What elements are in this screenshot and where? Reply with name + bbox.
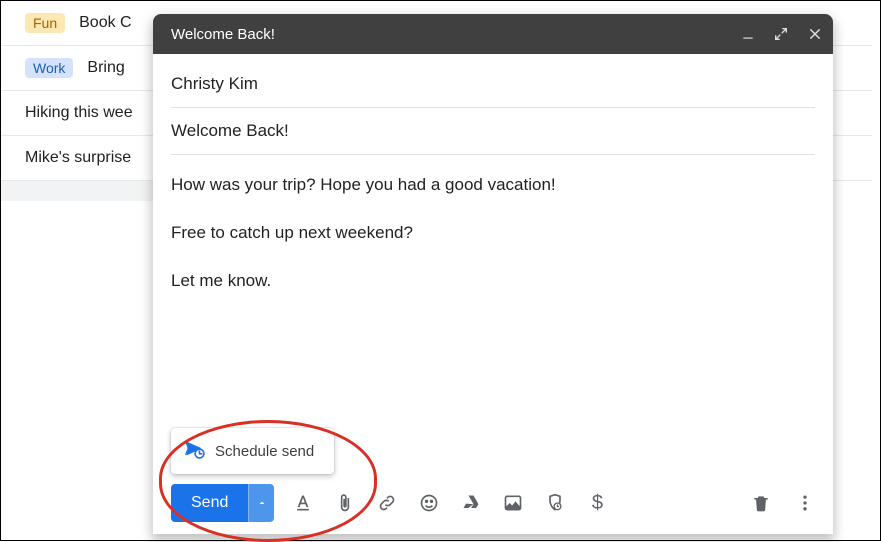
confidential-icon[interactable] — [544, 492, 566, 514]
emoji-icon[interactable] — [418, 492, 440, 514]
fullscreen-icon[interactable] — [773, 26, 789, 42]
label-tag-fun: Fun — [25, 13, 65, 33]
inbox-subject: Hiking this wee — [25, 104, 133, 122]
schedule-send-menu-item[interactable]: Schedule send — [171, 428, 334, 474]
send-button[interactable]: Send — [171, 484, 248, 522]
inbox-subject: Book C — [79, 14, 131, 32]
body-line: How was your trip? Hope you had a good v… — [171, 173, 815, 197]
inbox-shadow — [1, 181, 153, 201]
inbox-subject: Bring — [87, 59, 124, 77]
compose-window: Welcome Back! Christy Kim Welcome Back! … — [153, 14, 833, 534]
schedule-send-label: Schedule send — [215, 443, 314, 460]
schedule-send-icon — [183, 438, 205, 464]
compose-title: Welcome Back! — [171, 26, 741, 43]
body-line: Free to catch up next weekend? — [171, 221, 815, 245]
image-icon[interactable] — [502, 492, 524, 514]
send-button-group: Send — [171, 484, 274, 522]
body-line: Let me know. — [171, 269, 815, 293]
drive-icon[interactable] — [460, 492, 482, 514]
attachment-icon[interactable] — [334, 492, 356, 514]
text-format-icon[interactable] — [292, 492, 314, 514]
more-icon[interactable] — [795, 493, 815, 513]
minimize-icon[interactable] — [741, 27, 755, 41]
link-icon[interactable] — [376, 492, 398, 514]
close-icon[interactable] — [807, 26, 823, 42]
dollar-icon[interactable]: $ — [586, 492, 608, 514]
inbox-subject: Mike's surprise — [25, 149, 131, 167]
compose-header: Welcome Back! — [153, 14, 833, 54]
send-options-button[interactable] — [248, 484, 274, 522]
trash-icon[interactable] — [751, 493, 771, 513]
label-tag-work: Work — [25, 58, 73, 78]
to-field[interactable]: Christy Kim — [171, 54, 815, 108]
subject-field[interactable]: Welcome Back! — [171, 108, 815, 155]
compose-toolbar: Send — [153, 472, 833, 534]
message-body[interactable]: How was your trip? Hope you had a good v… — [171, 155, 815, 334]
